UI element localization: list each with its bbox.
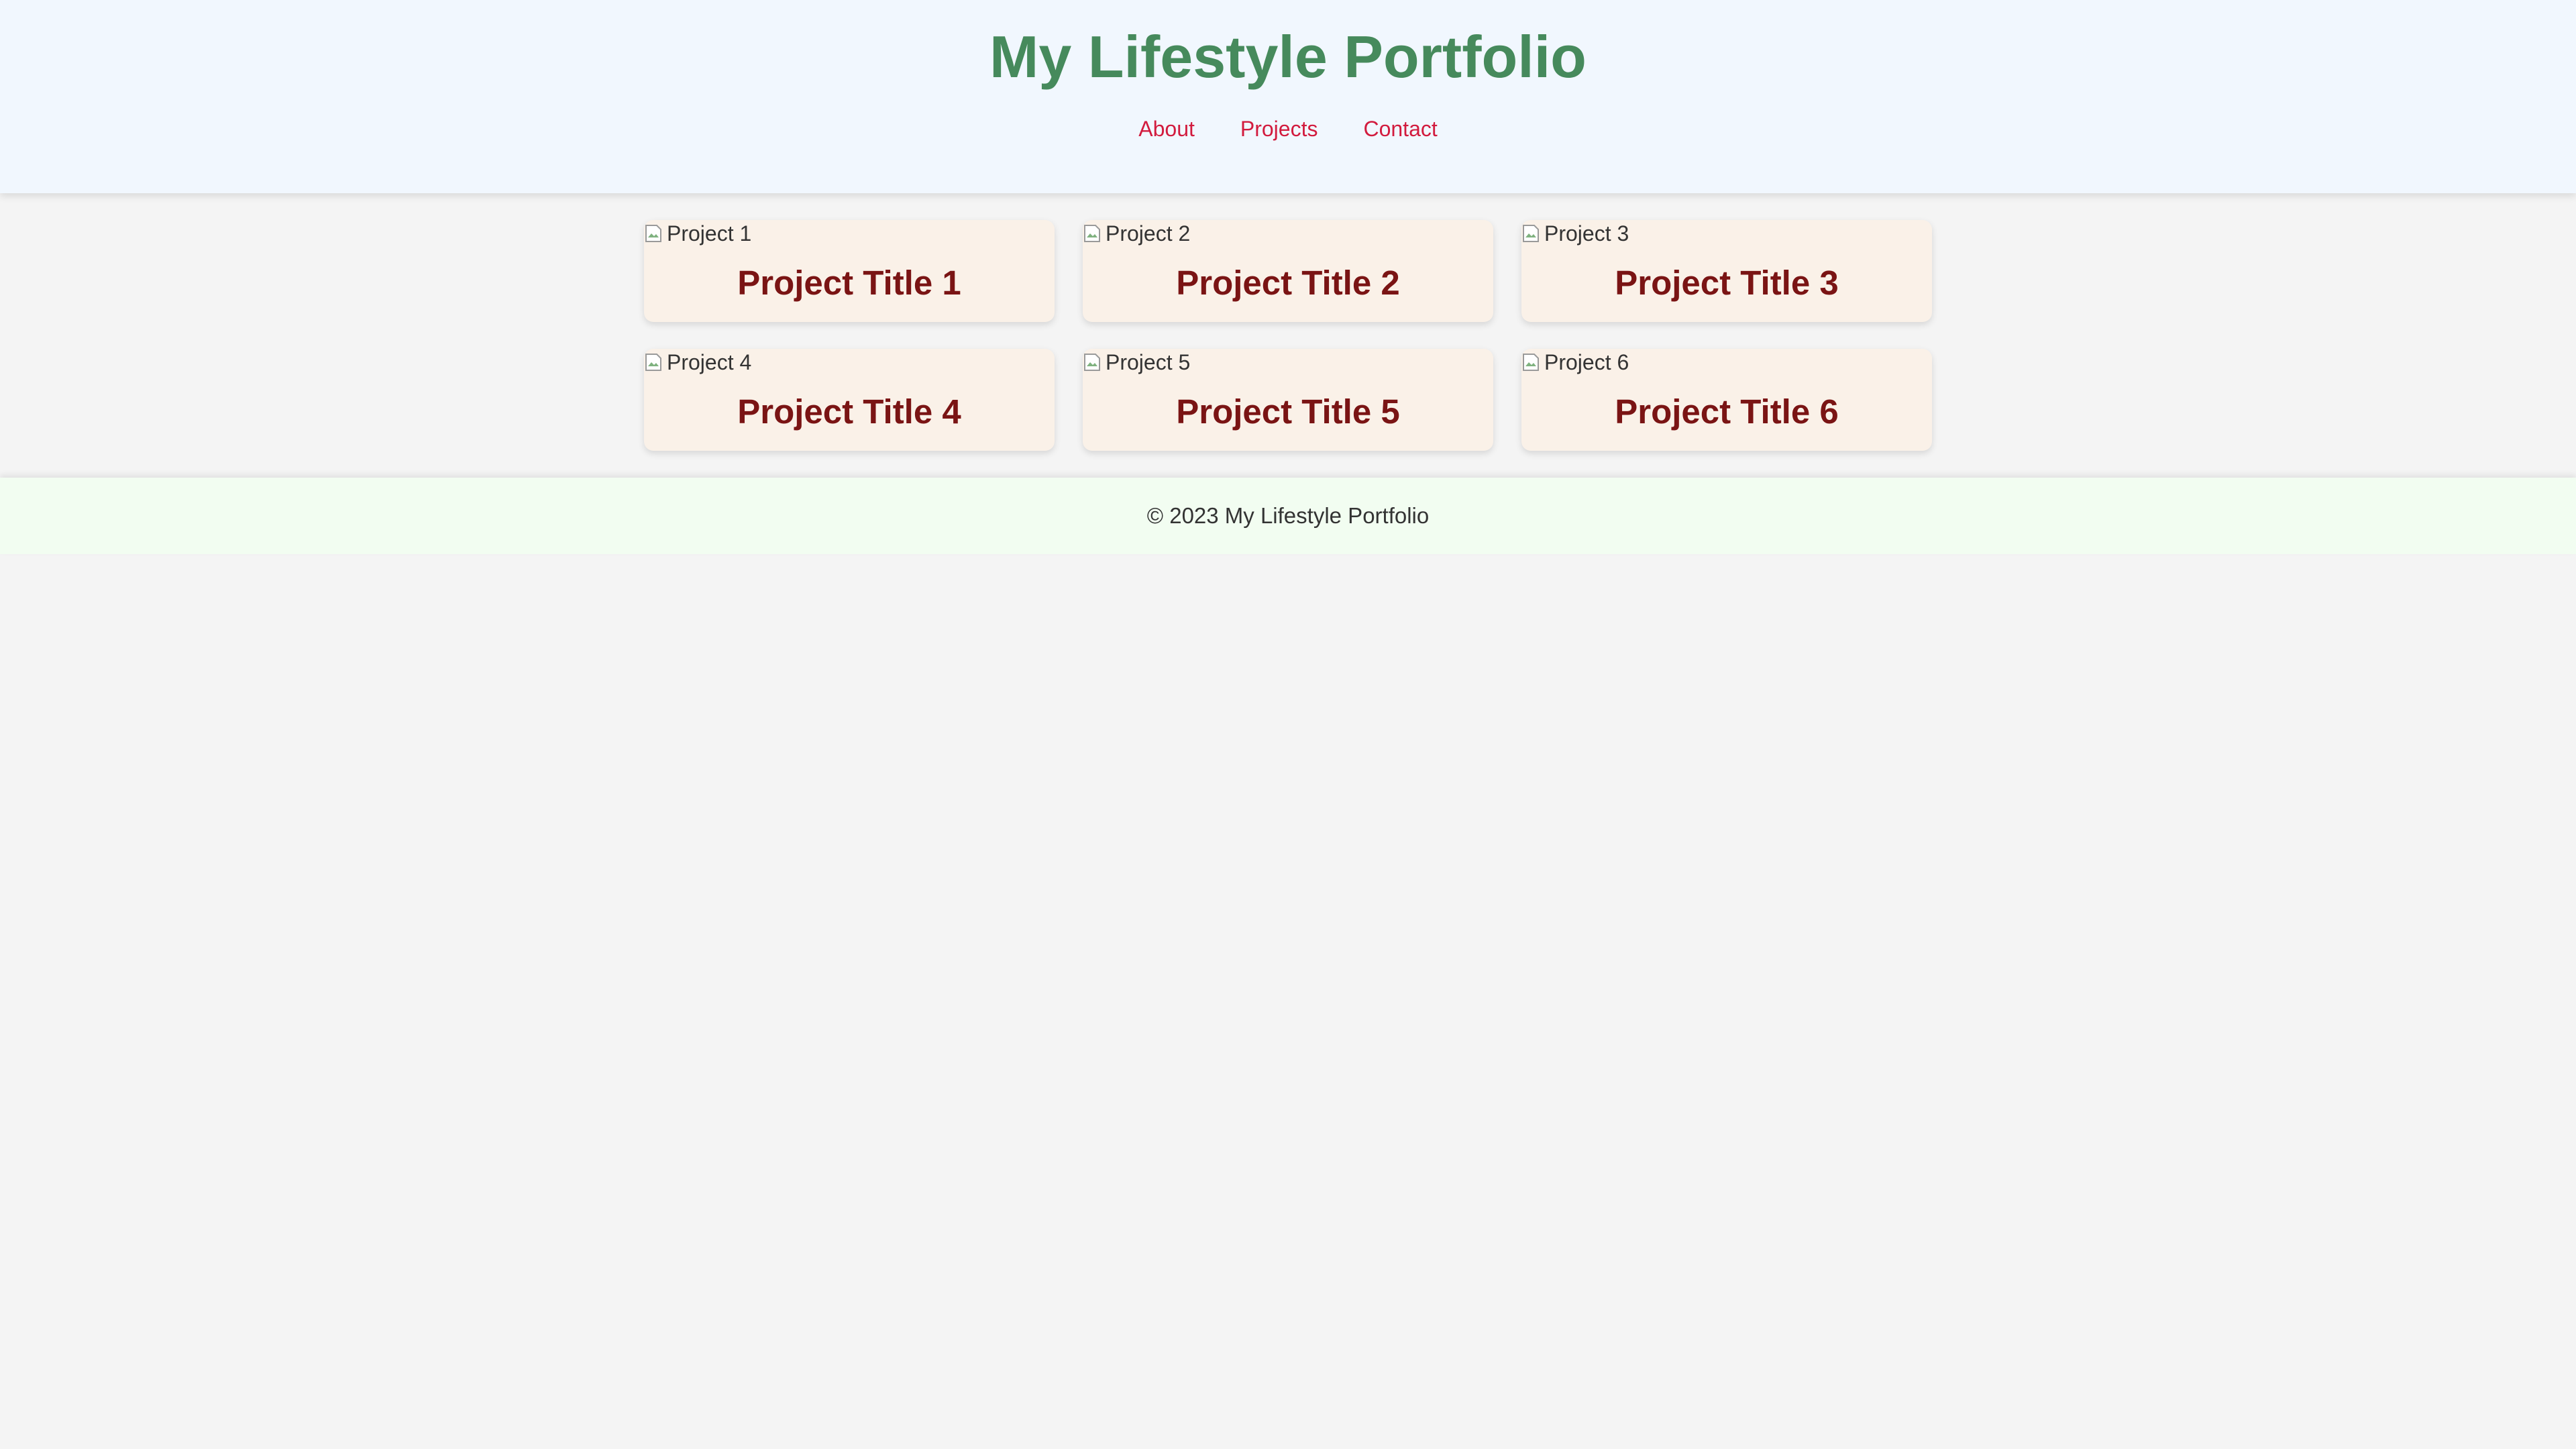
broken-image-icon [1521,223,1542,244]
project-card-3[interactable]: Project 3 Project Title 3 [1521,220,1932,322]
project-image: Project 2 [1083,220,1493,247]
site-header: My Lifestyle Portfolio About Projects Co… [0,0,2576,193]
project-card-2[interactable]: Project 2 Project Title 2 [1083,220,1493,322]
broken-image-icon [1083,352,1103,373]
broken-image-icon [1083,223,1103,244]
project-image-alt: Project 1 [667,221,752,246]
project-image: Project 6 [1521,349,1932,376]
project-image-alt: Project 6 [1544,350,1629,374]
project-title: Project Title 6 [1615,392,1839,431]
copyright-text: © 2023 My Lifestyle Portfolio [1146,503,1430,528]
project-card-5[interactable]: Project 5 Project Title 5 [1083,349,1493,451]
main-nav: About Projects Contact [0,115,2576,142]
nav-link-about[interactable]: About [1116,115,1218,142]
project-image-alt: Project 3 [1544,221,1629,246]
project-card-4[interactable]: Project 4 Project Title 4 [644,349,1055,451]
project-image-alt: Project 5 [1106,350,1191,374]
nav-link-contact[interactable]: Contact [1340,115,1460,142]
project-title: Project Title 5 [1176,392,1400,431]
project-image: Project 4 [644,349,1055,376]
project-image: Project 1 [644,220,1055,247]
project-image: Project 3 [1521,220,1932,247]
site-title: My Lifestyle Portfolio [989,23,1587,90]
site-footer: © 2023 My Lifestyle Portfolio [0,478,2576,554]
broken-image-icon [644,223,664,244]
project-title: Project Title 2 [1176,264,1400,302]
project-title: Project Title 1 [737,264,961,302]
project-card-1[interactable]: Project 1 Project Title 1 [644,220,1055,322]
nav-link-projects[interactable]: Projects [1218,115,1341,142]
broken-image-icon [1521,352,1542,373]
projects-grid: Project 1 Project Title 1 Project 2 Proj… [644,193,1932,451]
project-image-alt: Project 4 [667,350,752,374]
project-image-alt: Project 2 [1106,221,1191,246]
project-title: Project Title 3 [1615,264,1839,302]
project-title: Project Title 4 [737,392,961,431]
project-image: Project 5 [1083,349,1493,376]
broken-image-icon [644,352,664,373]
project-card-6[interactable]: Project 6 Project Title 6 [1521,349,1932,451]
